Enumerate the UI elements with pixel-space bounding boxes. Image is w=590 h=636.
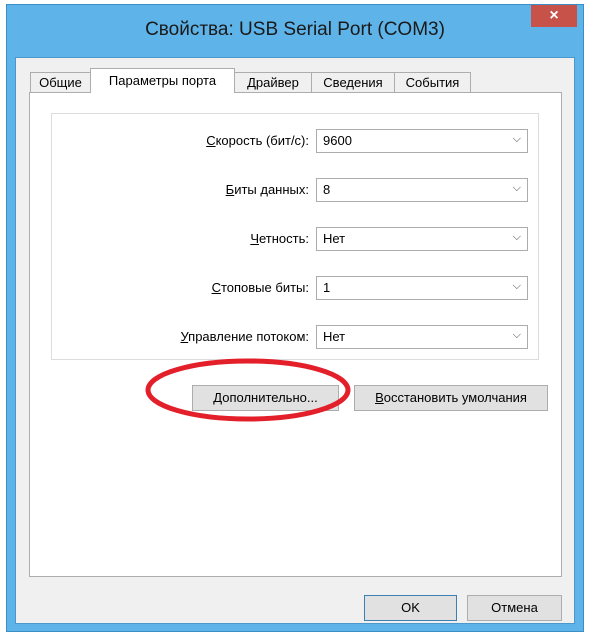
baud-rate-select[interactable]: 9600 ⌵ — [316, 129, 528, 153]
data-bits-label: Биты данных: — [225, 182, 309, 197]
chevron-down-icon: ⌵ — [512, 133, 521, 145]
tab-events[interactable]: События — [394, 72, 471, 92]
cancel-button[interactable]: Отмена — [467, 595, 562, 621]
advanced-button[interactable]: Дополнительно... — [192, 385, 339, 411]
restore-defaults-button[interactable]: Восстановить умолчания — [354, 385, 548, 411]
parity-value: Нет — [323, 231, 346, 246]
tab-general[interactable]: Общие — [30, 72, 91, 92]
baud-rate-label: Скорость (бит/с): — [206, 133, 309, 148]
tab-port-settings[interactable]: Параметры порта — [90, 68, 235, 93]
stop-bits-label: Стоповые биты: — [211, 280, 309, 295]
title-bar[interactable]: Свойства: USB Serial Port (COM3) × — [7, 5, 583, 57]
window-title: Свойства: USB Serial Port (COM3) — [145, 19, 445, 40]
tab-details[interactable]: Сведения — [311, 72, 395, 92]
flow-control-value: Нет — [323, 329, 346, 344]
ok-button[interactable]: OK — [364, 595, 457, 621]
flow-control-label: Управление потоком: — [180, 329, 309, 344]
close-button[interactable]: × — [531, 5, 577, 27]
stop-bits-value: 1 — [323, 280, 331, 295]
settings-group: Скорость (бит/с): 9600 ⌵ Биты данных: 8 … — [51, 113, 539, 360]
tab-driver[interactable]: Драйвер — [234, 72, 312, 92]
parity-select[interactable]: Нет ⌵ — [316, 227, 528, 251]
stop-bits-select[interactable]: 1 ⌵ — [316, 276, 528, 300]
flow-control-select[interactable]: Нет ⌵ — [316, 325, 528, 349]
close-icon: × — [549, 7, 559, 24]
dialog-client-area: Общие Параметры порта Драйвер Сведения С… — [15, 57, 575, 624]
baud-rate-value: 9600 — [323, 133, 352, 148]
properties-window: Свойства: USB Serial Port (COM3) × Общие… — [6, 4, 584, 632]
chevron-down-icon: ⌵ — [512, 329, 521, 341]
parity-label: Четность: — [250, 231, 309, 246]
chevron-down-icon: ⌵ — [512, 182, 521, 194]
data-bits-value: 8 — [323, 182, 331, 197]
chevron-down-icon: ⌵ — [512, 280, 521, 292]
chevron-down-icon: ⌵ — [512, 231, 521, 243]
data-bits-select[interactable]: 8 ⌵ — [316, 178, 528, 202]
port-settings-panel: Скорость (бит/с): 9600 ⌵ Биты данных: 8 … — [29, 92, 562, 577]
